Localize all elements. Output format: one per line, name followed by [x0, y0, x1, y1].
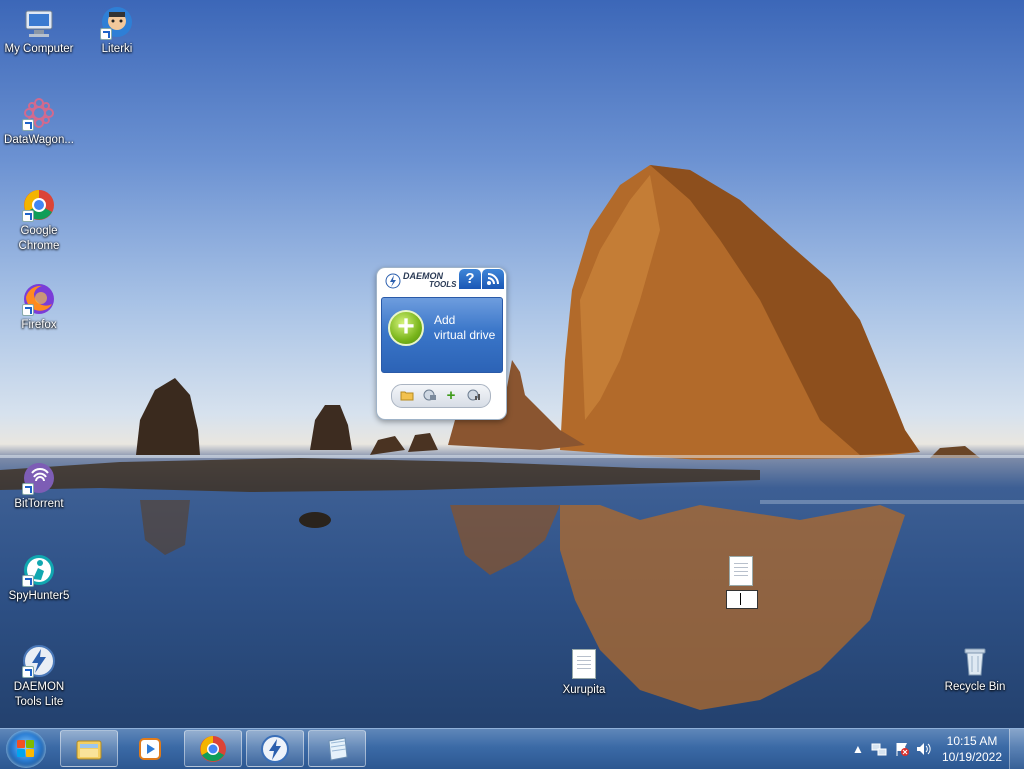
computer-icon [22, 6, 56, 40]
recycle-bin-icon [958, 644, 992, 678]
volume-icon[interactable] [915, 741, 931, 757]
add-drive-button[interactable]: + [442, 388, 460, 404]
shortcut-arrow-icon [22, 575, 34, 587]
desktop-icon-recycle-bin[interactable]: Recycle Bin [937, 644, 1013, 695]
add-virtual-drive-button[interactable]: + Add virtual drive [381, 297, 503, 373]
text-cursor [740, 593, 741, 605]
taskbar-media-player[interactable] [121, 730, 179, 767]
clock-time: 10:15 AM [946, 734, 998, 748]
taskbar-chrome[interactable] [184, 730, 242, 767]
rss-button[interactable] [482, 269, 504, 289]
desktop-icon-spyhunter5[interactable]: SpyHunter5 [1, 553, 77, 604]
taskbar-explorer[interactable] [60, 730, 118, 767]
desktop-icon-my-computer[interactable]: My Computer [1, 6, 77, 57]
daemon-tools-icon [261, 735, 289, 763]
text-file-icon [567, 647, 601, 681]
desktop-icon-datawagon[interactable]: DataWagon... [1, 97, 77, 148]
desktop-icon-label: Firefox [21, 319, 57, 331]
daemon-tools-icon [385, 273, 401, 289]
explorer-icon [76, 740, 102, 760]
desktop-icon-bittorrent[interactable]: BitTorrent [1, 461, 77, 512]
desktop-icon-label: DAEMON Tools Lite [13, 681, 65, 708]
add-icon: + [388, 310, 424, 346]
shortcut-arrow-icon [100, 28, 112, 40]
add-label-line1: Add [434, 313, 456, 327]
desktop-icon-label: Literki [101, 43, 133, 55]
chrome-icon [22, 188, 56, 222]
desktop-icon-new-file[interactable] [723, 556, 759, 609]
taskbar-daemon-tools[interactable] [246, 730, 304, 767]
shortcut-arrow-icon [22, 119, 34, 131]
open-image-button[interactable] [398, 388, 416, 404]
system-tray: ▲ 10:15 AM 10/19/2022 [842, 729, 1024, 769]
drive-settings-button[interactable] [464, 388, 482, 404]
mount-icon [423, 389, 436, 401]
taskbar-notepad[interactable] [308, 730, 366, 767]
daemon-tools-logo: DAEMON TOOLS [385, 271, 465, 291]
literki-icon [100, 6, 134, 40]
desktop-icon-label: BitTorrent [14, 498, 64, 510]
add-icon: + [446, 387, 456, 404]
daemon-tools-icon [22, 644, 56, 678]
spyhunter-icon [22, 553, 56, 587]
desktop-icon-google-chrome[interactable]: Google Chrome [1, 188, 77, 254]
logo-text-tools: TOOLS [429, 280, 457, 289]
desktop-icon-daemon-tools-lite[interactable]: DAEMON Tools Lite [1, 644, 77, 710]
gadget-toolbar: + [391, 384, 491, 408]
show-hidden-icons-chevron[interactable]: ▲ [850, 741, 866, 757]
show-desktop-button[interactable] [1009, 729, 1024, 769]
rename-input[interactable] [726, 590, 758, 609]
firefox-icon [22, 282, 56, 316]
shortcut-arrow-icon [22, 666, 34, 678]
desktop-wallpaper [0, 0, 1024, 728]
help-button[interactable]: ? [459, 269, 481, 289]
shortcut-arrow-icon [22, 483, 34, 495]
network-icon[interactable] [871, 741, 887, 757]
desktop-icon-firefox[interactable]: Firefox [1, 282, 77, 333]
open-image-icon [400, 391, 414, 401]
help-icon: ? [465, 270, 475, 287]
windows-logo-icon [17, 740, 35, 758]
chrome-icon [200, 736, 226, 762]
datawagon-icon [22, 97, 56, 131]
shortcut-arrow-icon [22, 210, 34, 222]
desktop-icon-label: Xurupita [562, 684, 606, 696]
rss-icon [487, 273, 499, 285]
desktop-icon-label: My Computer [4, 43, 74, 55]
notepad-icon [328, 737, 348, 761]
mount-button[interactable] [420, 388, 438, 404]
desktop-icon-label: DataWagon... [4, 134, 74, 146]
media-player-icon [139, 738, 161, 760]
start-button[interactable] [6, 730, 46, 768]
clock-date: 10/19/2022 [941, 750, 1003, 764]
desktop-icon-xurupita[interactable]: Xurupita [546, 647, 622, 698]
desktop-icon-label: Recycle Bin [944, 681, 1006, 693]
action-center-flag-icon[interactable] [894, 741, 910, 757]
text-file-icon [729, 556, 753, 586]
daemon-tools-gadget[interactable]: DAEMON TOOLS ? + Add virtual drive + [376, 267, 507, 420]
desktop-icon-literki[interactable]: Literki [79, 6, 155, 57]
taskbar-clock[interactable]: 10:15 AM 10/19/2022 [940, 733, 1004, 765]
bittorrent-icon [22, 461, 56, 495]
wallpaper-scene [0, 165, 1024, 710]
drive-settings-icon [467, 389, 480, 401]
desktop-icon-label: Google Chrome [18, 225, 60, 252]
taskbar: ▲ 10:15 AM 10/19/2022 [0, 728, 1024, 769]
shortcut-arrow-icon [22, 304, 34, 316]
desktop-icon-label: SpyHunter5 [8, 590, 70, 602]
add-label-line2: virtual drive [434, 328, 496, 342]
